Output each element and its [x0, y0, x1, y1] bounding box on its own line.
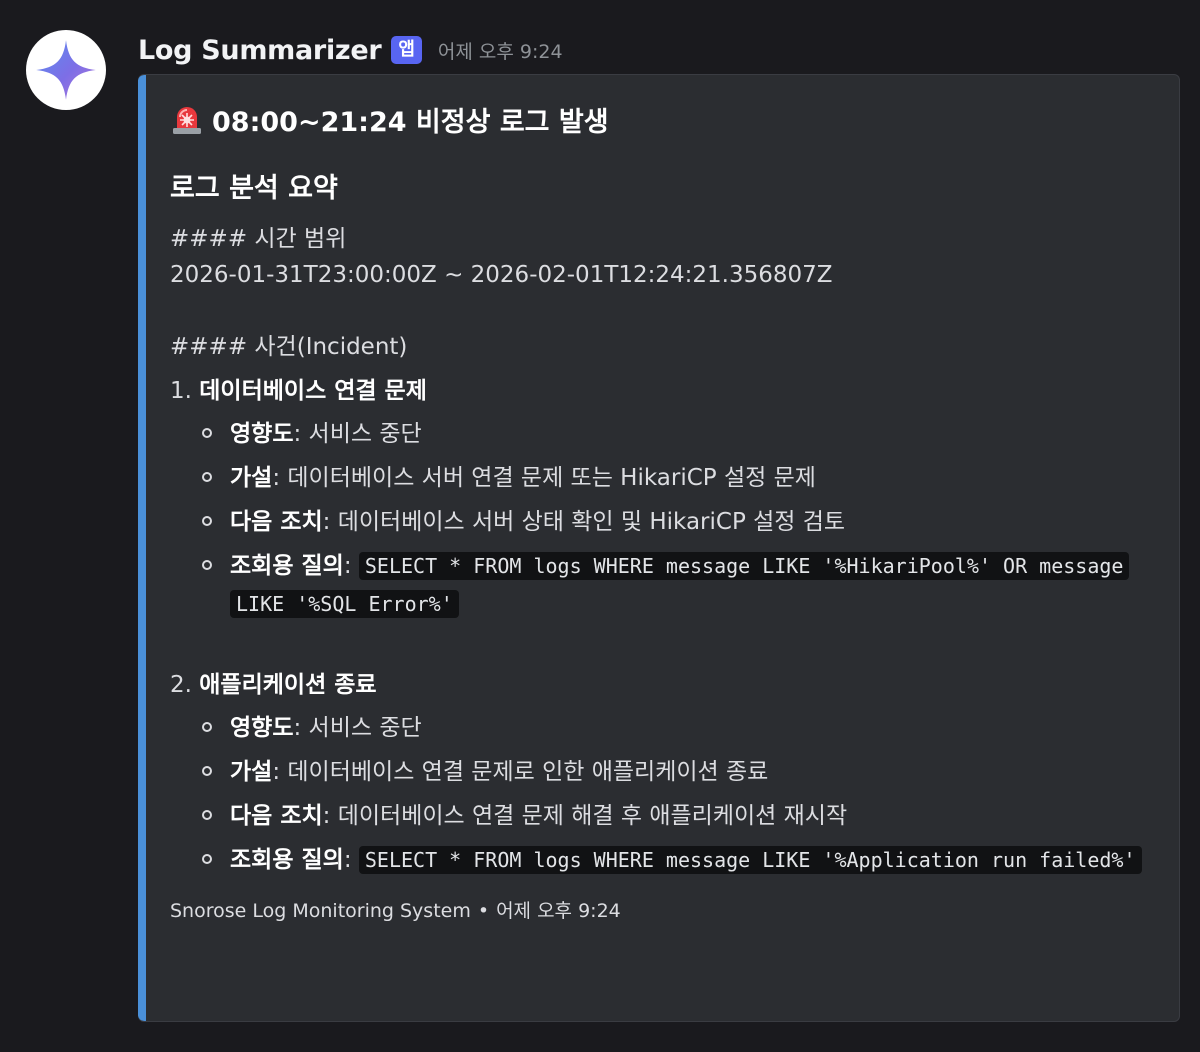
incident-next-action: 다음 조치: 데이터베이스 서버 상태 확인 및 HikariCP 설정 검토	[170, 503, 1155, 541]
message-timestamp[interactable]: 어제 오후 9:24	[438, 37, 563, 64]
impact-label: 영향도	[230, 421, 294, 447]
footer-timestamp: 어제 오후 9:24	[496, 900, 621, 922]
bullet-circle-icon	[202, 472, 212, 482]
incident-title: 데이터베이스 연결 문제	[199, 378, 427, 404]
bullet-circle-icon	[202, 722, 212, 732]
bullet-circle-icon	[202, 810, 212, 820]
query-separator: :	[343, 847, 359, 873]
incident-number: 1.	[170, 378, 192, 404]
footer-separator: •	[477, 900, 490, 922]
incident-impact: 영향도: 서비스 중단	[170, 709, 1155, 747]
incident-item: 1. 데이터베이스 연결 문제	[170, 373, 1155, 409]
query-label: 조회용 질의	[230, 553, 344, 579]
action-label: 다음 조치	[230, 803, 323, 829]
chat-message: Log Summarizer 앱 어제 오후 9:24 08:00~21:24 …	[0, 0, 1200, 1052]
bullet-circle-icon	[202, 428, 212, 438]
query-separator: :	[343, 553, 359, 579]
bullet-circle-icon	[202, 766, 212, 776]
action-value: : 데이터베이스 연결 문제 해결 후 애플리케이션 재시작	[322, 803, 848, 829]
message-header: Log Summarizer 앱 어제 오후 9:24	[138, 30, 563, 70]
incident-hypothesis: 가설: 데이터베이스 연결 문제로 인한 애플리케이션 종료	[170, 753, 1155, 791]
incident-title: 애플리케이션 종료	[199, 672, 377, 698]
incident-hypothesis: 가설: 데이터베이스 서버 연결 문제 또는 HikariCP 설정 문제	[170, 459, 1155, 497]
incident-query: 조회용 질의: SELECT * FROM logs WHERE message…	[170, 547, 1150, 623]
impact-value: : 서비스 중단	[293, 715, 422, 741]
incident-next-action: 다음 조치: 데이터베이스 연결 문제 해결 후 애플리케이션 재시작	[170, 797, 1155, 835]
rotating-light-icon	[173, 107, 201, 134]
author-name[interactable]: Log Summarizer	[138, 35, 382, 66]
query-code[interactable]: SELECT * FROM logs WHERE message LIKE '%…	[230, 552, 1130, 618]
bullet-circle-icon	[202, 516, 212, 526]
time-range-heading: #### 시간 범위	[170, 226, 347, 252]
hypothesis-label: 가설	[230, 759, 273, 785]
log-summary-embed: 08:00~21:24 비정상 로그 발생 로그 분석 요약 #### 시간 범…	[138, 74, 1180, 1022]
section-title: 로그 분석 요약	[170, 173, 338, 204]
hypothesis-label: 가설	[230, 465, 273, 491]
sparkle-icon	[36, 40, 96, 100]
impact-label: 영향도	[230, 715, 294, 741]
impact-value: : 서비스 중단	[293, 421, 422, 447]
bullet-circle-icon	[202, 560, 212, 570]
query-code[interactable]: SELECT * FROM logs WHERE message LIKE '%…	[358, 846, 1142, 874]
bullet-circle-icon	[202, 854, 212, 864]
hypothesis-value: : 데이터베이스 연결 문제로 인한 애플리케이션 종료	[272, 759, 769, 785]
embed-accent-bar	[138, 75, 146, 1021]
incidents-heading: #### 사건(Incident)	[170, 334, 408, 360]
query-label: 조회용 질의	[230, 847, 344, 873]
incident-query: 조회용 질의: SELECT * FROM logs WHERE message…	[170, 841, 1150, 879]
incident-impact: 영향도: 서비스 중단	[170, 415, 1155, 453]
hypothesis-value: : 데이터베이스 서버 연결 문제 또는 HikariCP 설정 문제	[272, 465, 816, 491]
embed-footer: Snorose Log Monitoring System • 어제 오후 9:24	[170, 897, 1155, 925]
embed-title-text: 08:00~21:24 비정상 로그 발생	[212, 106, 609, 138]
app-badge: 앱	[391, 36, 422, 64]
bot-avatar[interactable]	[26, 30, 106, 110]
action-value: : 데이터베이스 서버 상태 확인 및 HikariCP 설정 검토	[322, 509, 846, 535]
time-range-value: 2026-01-31T23:00:00Z ~ 2026-02-01T12:24:…	[170, 262, 833, 288]
action-label: 다음 조치	[230, 509, 323, 535]
incident-number: 2.	[170, 672, 192, 698]
footer-source: Snorose Log Monitoring System	[170, 900, 471, 922]
incident-item: 2. 애플리케이션 종료	[170, 667, 1155, 703]
embed-title: 08:00~21:24 비정상 로그 발생	[170, 99, 1155, 139]
